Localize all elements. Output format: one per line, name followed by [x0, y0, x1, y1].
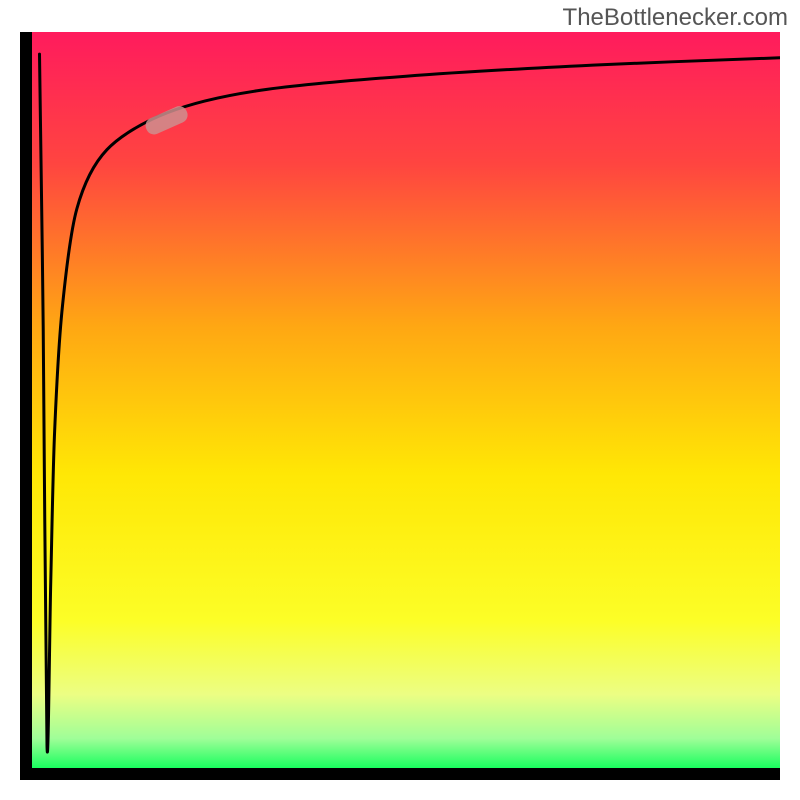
gradient-background	[32, 32, 780, 768]
y-axis	[20, 32, 32, 780]
watermark-label: TheBottlenecker.com	[563, 4, 788, 32]
chart-container: TheBottlenecker.com	[0, 0, 800, 800]
x-axis	[20, 768, 780, 780]
plot-area	[32, 32, 780, 768]
plot-svg	[32, 32, 780, 768]
